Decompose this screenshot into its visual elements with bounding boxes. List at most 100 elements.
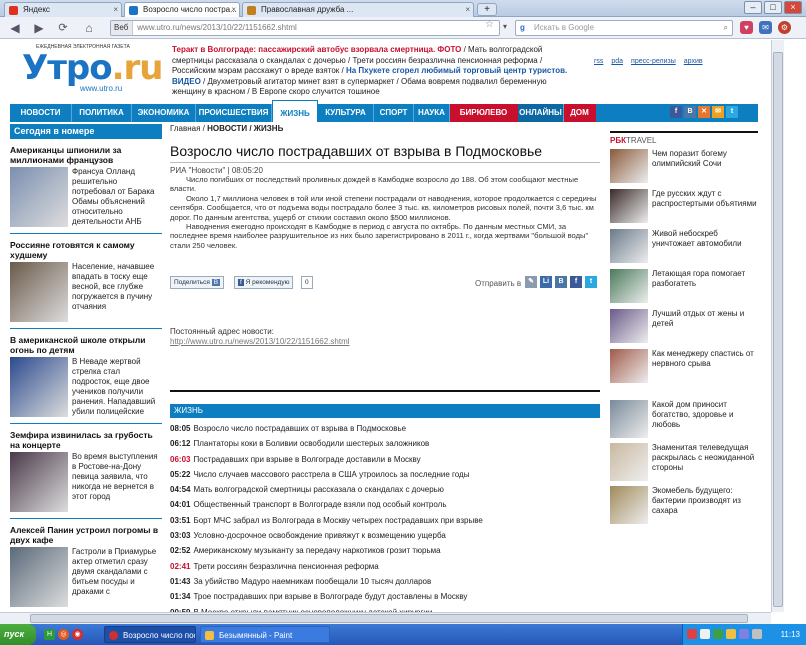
news-row[interactable]: 02:52 Американскому музыканту за передачу… [170, 543, 600, 558]
news-title[interactable]: Пострадавших при взрыве в Волгограде дос… [193, 455, 420, 464]
menu-item[interactable]: НАУКА [414, 104, 450, 122]
search-go-icon[interactable]: ⌕ [724, 21, 728, 35]
article-photo[interactable] [10, 262, 68, 322]
right-article-text[interactable]: Лучший отдых от жены и детей [652, 309, 758, 345]
right-article[interactable]: Чем поразит богему олимпийский Сочи [610, 149, 758, 185]
news-title[interactable]: Трети россиян безразлична пенсионная реф… [193, 562, 378, 571]
breadcrumb-home[interactable]: Главная [170, 124, 200, 133]
right-article-photo[interactable] [610, 486, 648, 524]
right-article[interactable]: Экомебель будущего: бактерии производят … [610, 486, 758, 524]
menu-item[interactable]: ЖИЗНЬ [272, 100, 318, 122]
site-logo[interactable]: ЕЖЕДНЕВНАЯ ЭЛЕКТРОННАЯ ГАЗЕТА Утро.ru ww… [22, 44, 164, 99]
tab-close-icon[interactable]: × [465, 5, 470, 14]
quicklaunch-opera-icon[interactable]: ◉ [72, 629, 83, 640]
right-article-photo[interactable] [610, 309, 648, 343]
ticker-item[interactable]: / Двухметровый агитатор минет взят в суп… [172, 77, 547, 97]
minimize-button[interactable]: – [744, 1, 762, 14]
left-article-title[interactable]: Россияне готовятся к самому худшему [10, 240, 162, 260]
share-icon[interactable]: Li [540, 276, 552, 288]
top-link[interactable]: пресс-релизы [631, 58, 676, 65]
permalink-url[interactable]: http://www.utro.ru/news/2013/10/22/11516… [170, 337, 350, 346]
tray-update-icon[interactable] [713, 629, 723, 639]
left-article[interactable]: Американцы шпионили за миллионами францу… [10, 145, 162, 227]
heart-icon[interactable]: ♥ [740, 21, 753, 34]
news-title[interactable]: Возросло число пострадавших от взрыва в … [193, 424, 406, 433]
gear-icon[interactable]: ⚙ [778, 21, 791, 34]
news-row[interactable]: 01:34 Трое пострадавших при взрыве в Волг… [170, 589, 600, 604]
tray-volume-icon[interactable] [726, 629, 736, 639]
tray-language-icon[interactable] [739, 629, 749, 639]
back-button[interactable]: ◀ [6, 20, 24, 36]
close-window-button[interactable]: × [784, 1, 802, 14]
home-button[interactable]: ⌂ [80, 20, 98, 36]
right-article-photo[interactable] [610, 349, 648, 383]
site-identity[interactable]: Веб [111, 21, 134, 35]
right-article-text[interactable]: Как менеджеру спастись от нервного срыва [652, 349, 758, 385]
right-article[interactable]: Как менеджеру спастись от нервного срыва [610, 349, 758, 385]
menu-item[interactable]: ОНЛАЙНЫ [518, 104, 564, 122]
menu-item[interactable]: ПРОИСШЕСТВИЯ [196, 104, 272, 122]
menu-item[interactable]: БИРЮЛЕВО [450, 104, 518, 122]
right-article[interactable]: Лучший отдых от жены и детей [610, 309, 758, 345]
search-input[interactable]: g Искать в Google ⌕ [515, 20, 733, 36]
top-link[interactable]: архив [684, 58, 703, 65]
fb-recommend-button[interactable]: f Я рекомендую [234, 276, 294, 289]
news-row[interactable]: 04:01 Общественный транспорт в Волгограде… [170, 497, 600, 512]
news-row[interactable]: 06:03 Пострадавших при взрыве в Волгоград… [170, 452, 600, 467]
menu-item[interactable]: СПОРТ [374, 104, 414, 122]
menu-item[interactable]: НОВОСТИ [10, 104, 72, 122]
social-icon[interactable]: f [670, 106, 682, 118]
start-button[interactable]: пуск [0, 624, 36, 645]
menu-item[interactable]: КУЛЬТУРА [318, 104, 374, 122]
social-icon[interactable]: В [684, 106, 696, 118]
vertical-scrollbar[interactable] [771, 40, 784, 612]
left-article-title[interactable]: Американцы шпионили за миллионами францу… [10, 145, 162, 165]
horizontal-scrollbar[interactable] [0, 612, 771, 624]
left-article[interactable]: Россияне готовятся к самому худшему Насел… [10, 240, 162, 322]
left-article[interactable]: В американской школе открыли огонь по де… [10, 335, 162, 417]
rbk-travel-logo[interactable]: РБКTRAVEL [610, 136, 758, 145]
tray-antivirus-icon[interactable] [687, 629, 697, 639]
right-article-text[interactable]: Знаменитая телеведущая раскрылась с неож… [652, 443, 758, 481]
tab-yandex[interactable]: Яндекс × [4, 2, 122, 17]
mail-icon[interactable]: ✉ [759, 21, 772, 34]
tab-close-icon[interactable]: × [113, 5, 118, 14]
share-icon[interactable]: В [555, 276, 567, 288]
new-tab-button[interactable]: + [477, 3, 497, 16]
right-article[interactable]: Знаменитая телеведущая раскрылась с неож… [610, 443, 758, 481]
right-article[interactable]: Летающая гора помогает разбогатеть [610, 269, 758, 305]
vertical-scroll-thumb[interactable] [773, 52, 783, 607]
reload-button[interactable]: ⟳ [54, 20, 72, 36]
news-title[interactable]: Условно-досрочное освобождение привяжут … [193, 531, 445, 540]
news-row[interactable]: 02:41 Трети россиян безразлична пенсионна… [170, 559, 600, 574]
left-article-title[interactable]: В американской школе открыли огонь по де… [10, 335, 162, 355]
social-icon[interactable]: ✉ [712, 106, 724, 118]
tab-close-icon[interactable]: × [231, 5, 236, 14]
social-icon[interactable]: t [726, 106, 738, 118]
social-icon[interactable]: ✕ [698, 106, 710, 118]
right-article-photo[interactable] [610, 400, 648, 438]
right-article-photo[interactable] [610, 443, 648, 481]
right-article-photo[interactable] [610, 229, 648, 263]
tab-orthodox[interactable]: Православная дружба ... × [242, 2, 474, 17]
tray-safely-remove-icon[interactable] [752, 629, 762, 639]
news-title[interactable]: Мать волгоградской смертницы рассказала … [193, 485, 443, 494]
taskbar-paint-task[interactable]: Безымянный - Paint [200, 626, 330, 643]
menu-item[interactable]: ЭКОНОМИКА [132, 104, 196, 122]
top-link[interactable]: rss [594, 58, 603, 65]
vk-share-button[interactable]: Поделиться В [170, 276, 225, 289]
news-row[interactable]: 08:05 Возросло число пострадавших от взры… [170, 421, 600, 436]
news-row[interactable]: 04:54 Мать волгоградской смертницы расска… [170, 482, 600, 497]
bookmark-star-icon[interactable]: ☆ [485, 19, 494, 30]
article-photo[interactable] [10, 547, 68, 607]
share-icon[interactable]: t [585, 276, 597, 288]
news-row[interactable]: 05:22 Число случаев массового расстрела в… [170, 467, 600, 482]
article-photo[interactable] [10, 452, 68, 512]
tray-network-icon[interactable] [700, 629, 710, 639]
news-row[interactable]: 06:12 Плантаторы коки в Боливии освободил… [170, 436, 600, 451]
news-title[interactable]: Борт МЧС забрал из Волгограда в Москву ч… [193, 516, 482, 525]
right-article[interactable]: Где русских ждут с распростертыми объяти… [610, 189, 758, 225]
right-article-text[interactable]: Какой дом приносит богатство, здоровье и… [652, 400, 758, 438]
zhizn-heading[interactable]: ЖИЗНЬ [170, 404, 600, 418]
news-title[interactable]: Американскому музыканту за передачу нарк… [193, 546, 440, 555]
